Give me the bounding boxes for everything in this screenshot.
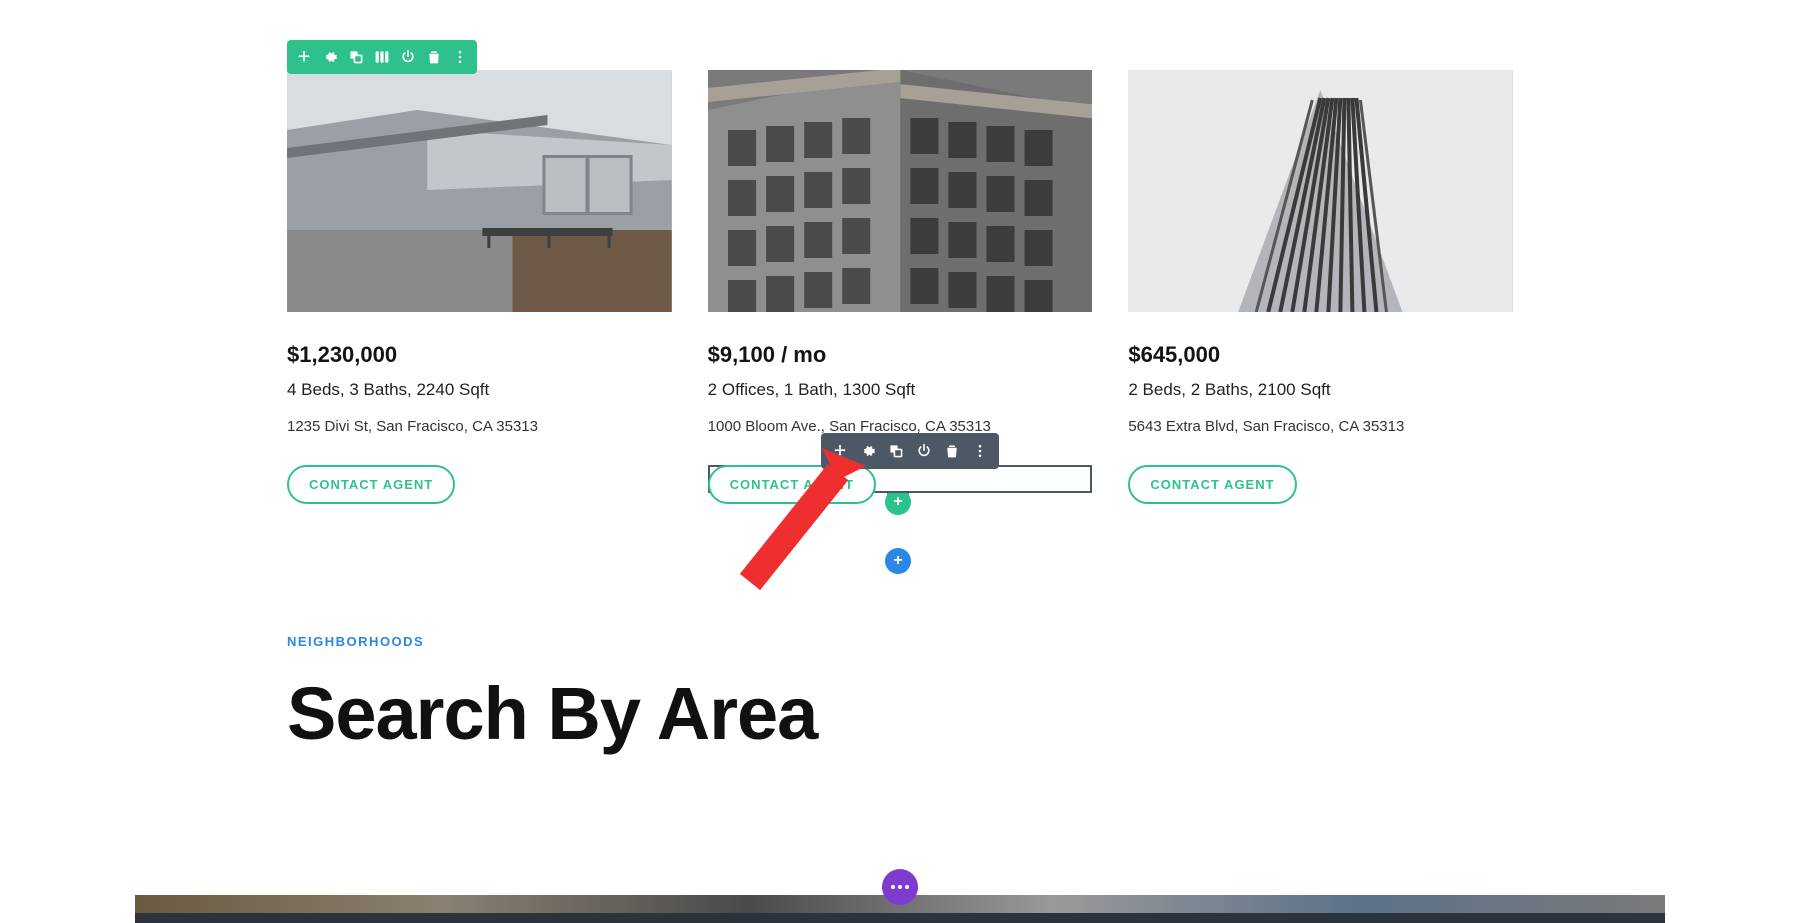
listing-price: $1,230,000 bbox=[287, 342, 672, 368]
contact-agent-button[interactable]: CONTACT AGENT bbox=[287, 465, 455, 504]
trash-icon[interactable] bbox=[941, 440, 963, 462]
trash-icon[interactable] bbox=[423, 46, 445, 68]
listing-price: $645,000 bbox=[1128, 342, 1513, 368]
section-eyebrow: NEIGHBORHOODS bbox=[287, 634, 1513, 649]
duplicate-icon[interactable] bbox=[885, 440, 907, 462]
listing-image[interactable] bbox=[287, 70, 672, 312]
listing-address: 1235 Divi St, San Fracisco, CA 35313 bbox=[287, 418, 672, 435]
listing-image[interactable] bbox=[708, 70, 1093, 312]
contact-agent-button[interactable]: CONTACT AGENT bbox=[1128, 465, 1296, 504]
gear-icon[interactable] bbox=[857, 440, 879, 462]
listing-specs: 4 Beds, 3 Baths, 2240 Sqft bbox=[287, 380, 672, 400]
add-section-button[interactable]: + bbox=[885, 548, 911, 574]
listing-card: $645,000 2 Beds, 2 Baths, 2100 Sqft 5643… bbox=[1128, 70, 1513, 504]
listing-price: $9,100 / mo bbox=[708, 342, 1093, 368]
more-icon[interactable] bbox=[969, 440, 991, 462]
listing-image[interactable] bbox=[1128, 70, 1513, 312]
builder-settings-fab[interactable] bbox=[882, 869, 918, 905]
more-icon[interactable] bbox=[449, 46, 471, 68]
power-icon[interactable] bbox=[913, 440, 935, 462]
module-toolbar[interactable] bbox=[821, 433, 999, 469]
section-toolbar[interactable] bbox=[287, 40, 477, 74]
page-canvas: $1,230,000 4 Beds, 3 Baths, 2240 Sqft 12… bbox=[135, 0, 1665, 923]
listing-address: 5643 Extra Blvd, San Fracisco, CA 35313 bbox=[1128, 418, 1513, 435]
move-icon[interactable] bbox=[829, 440, 851, 462]
gear-icon[interactable] bbox=[319, 46, 341, 68]
duplicate-icon[interactable] bbox=[345, 46, 367, 68]
listing-specs: 2 Offices, 1 Bath, 1300 Sqft bbox=[708, 380, 1093, 400]
listing-specs: 2 Beds, 2 Baths, 2100 Sqft bbox=[1128, 380, 1513, 400]
section-heading: Search By Area bbox=[287, 671, 1513, 756]
contact-agent-button[interactable]: CONTACT AGENT bbox=[708, 465, 876, 504]
columns-icon[interactable] bbox=[371, 46, 393, 68]
move-icon[interactable] bbox=[293, 46, 315, 68]
power-icon[interactable] bbox=[397, 46, 419, 68]
listing-card: $1,230,000 4 Beds, 3 Baths, 2240 Sqft 12… bbox=[287, 70, 672, 504]
